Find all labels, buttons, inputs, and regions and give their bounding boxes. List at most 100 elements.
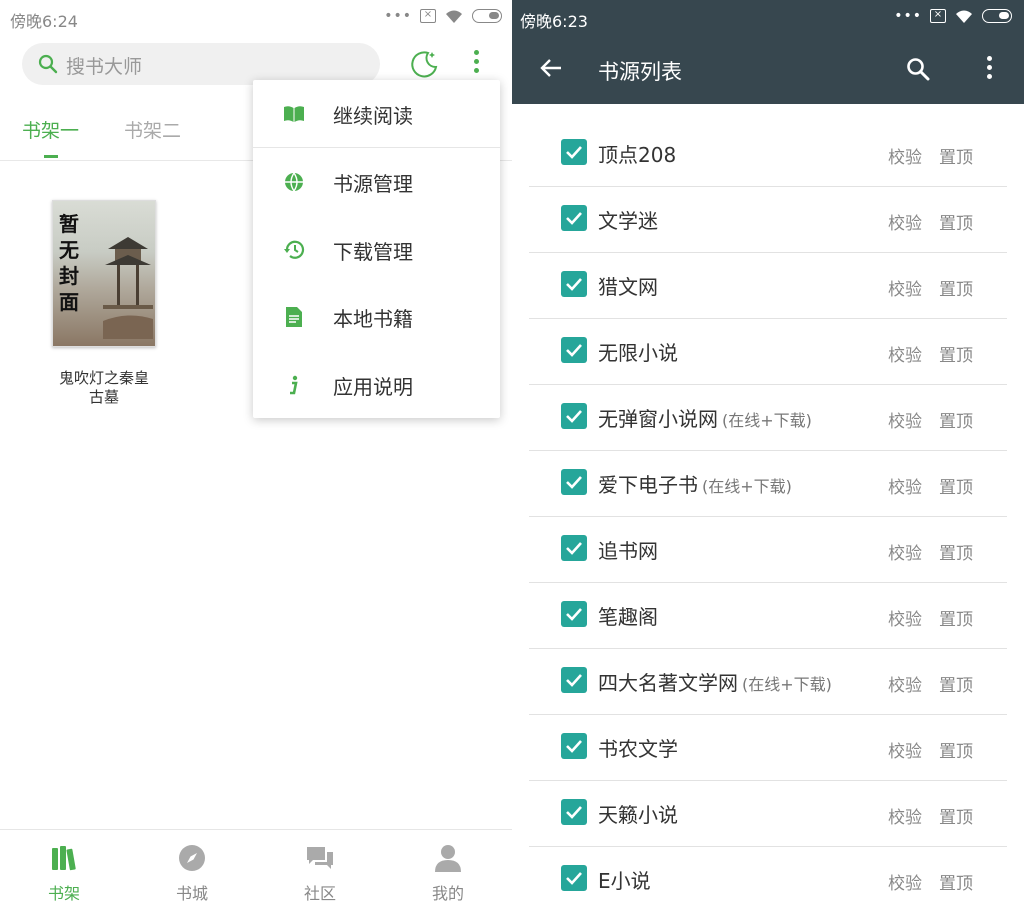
source-name-text: 天籁小说 [598, 803, 678, 827]
menu-item-continue-reading[interactable]: 继续阅读 [253, 82, 500, 146]
pin-top-button[interactable]: 置顶 [939, 869, 973, 894]
status-time: 傍晚6:24 [10, 12, 78, 31]
nav-profile[interactable]: 我的 [384, 830, 512, 910]
source-row[interactable]: 顶点208 校验 置顶 [529, 121, 1007, 187]
source-tag: (在线+下载) [722, 411, 812, 430]
no-sim-icon: × [930, 9, 946, 23]
status-icons: ••• × [894, 8, 1012, 24]
nav-bookshelf[interactable]: 书架 [0, 830, 128, 910]
source-row[interactable]: 文学迷 校验 置顶 [529, 187, 1007, 253]
pin-top-button[interactable]: 置顶 [939, 473, 973, 498]
bookshelf-screen: 傍晚6:24 ••• × 搜书大师 书架一 书架二 暂无封面 鬼吹灯之秦皇古墓 … [0, 0, 512, 910]
verify-button[interactable]: 校验 [888, 737, 922, 762]
book-cover[interactable]: 暂无封面 [52, 200, 156, 347]
pin-top-button[interactable]: 置顶 [939, 143, 973, 168]
verify-button[interactable]: 校验 [888, 209, 922, 234]
source-checkbox[interactable] [561, 601, 587, 627]
status-bar: 傍晚6:24 ••• × [0, 0, 512, 36]
source-name-text: 四大名著文学网 [598, 671, 738, 695]
verify-button[interactable]: 校验 [888, 143, 922, 168]
pin-top-button[interactable]: 置顶 [939, 539, 973, 564]
source-name: 文学迷 [598, 205, 658, 234]
source-row[interactable]: 天籁小说 校验 置顶 [529, 781, 1007, 847]
source-name-text: 书农文学 [598, 737, 678, 761]
source-name: 笔趣阁 [598, 601, 658, 630]
pin-top-button[interactable]: 置顶 [939, 341, 973, 366]
menu-item-download-management[interactable]: 下载管理 [253, 218, 500, 282]
source-checkbox[interactable] [561, 139, 587, 165]
verify-button[interactable]: 校验 [888, 407, 922, 432]
pin-top-button[interactable]: 置顶 [939, 605, 973, 630]
source-name-text: 爱下电子书 [598, 473, 698, 497]
source-checkbox[interactable] [561, 205, 587, 231]
status-icons: ••• × [384, 8, 502, 24]
search-icon[interactable] [906, 57, 930, 81]
source-checkbox[interactable] [561, 865, 587, 891]
source-row[interactable]: 无限小说 校验 置顶 [529, 319, 1007, 385]
source-row[interactable]: 无弹窗小说网 (在线+下载) 校验 置顶 [529, 385, 1007, 451]
cover-placeholder-text: 暂无封面 [59, 212, 79, 314]
source-name: 顶点208 [598, 139, 676, 168]
book-item[interactable]: 暂无封面 鬼吹灯之秦皇古墓 [52, 200, 156, 407]
more-options-icon[interactable] [468, 50, 484, 80]
compass-icon [179, 845, 205, 871]
menu-item-label: 应用说明 [333, 374, 413, 399]
person-icon [435, 845, 461, 872]
verify-button[interactable]: 校验 [888, 539, 922, 564]
verify-button[interactable]: 校验 [888, 341, 922, 366]
menu-item-source-management[interactable]: 书源管理 [253, 150, 500, 214]
nav-bookstore[interactable]: 书城 [128, 830, 256, 910]
night-mode-icon[interactable] [408, 48, 440, 80]
pin-top-button[interactable]: 置顶 [939, 803, 973, 828]
source-checkbox[interactable] [561, 337, 587, 363]
pin-top-button[interactable]: 置顶 [939, 209, 973, 234]
tab-shelf-2[interactable]: 书架二 [124, 116, 181, 143]
menu-item-app-info[interactable]: 应用说明 [253, 353, 500, 417]
source-name: 无弹窗小说网 (在线+下载) [598, 403, 812, 432]
book-title: 鬼吹灯之秦皇古墓 [58, 369, 149, 406]
info-icon [283, 374, 305, 396]
source-row[interactable]: 笔趣阁 校验 置顶 [529, 583, 1007, 649]
source-checkbox[interactable] [561, 667, 587, 693]
source-checkbox[interactable] [561, 469, 587, 495]
verify-button[interactable]: 校验 [888, 803, 922, 828]
pin-top-button[interactable]: 置顶 [939, 275, 973, 300]
pin-top-button[interactable]: 置顶 [939, 737, 973, 762]
notification-dots-icon: ••• [894, 8, 922, 24]
source-name: 爱下电子书 (在线+下载) [598, 469, 792, 498]
source-row[interactable]: 追书网 校验 置顶 [529, 517, 1007, 583]
source-name: E小说 [598, 865, 651, 894]
verify-button[interactable]: 校验 [888, 275, 922, 300]
battery-icon [982, 9, 1012, 23]
verify-button[interactable]: 校验 [888, 473, 922, 498]
source-checkbox[interactable] [561, 271, 587, 297]
wifi-icon [446, 10, 462, 23]
tab-shelf-1[interactable]: 书架一 [22, 116, 79, 143]
verify-button[interactable]: 校验 [888, 671, 922, 696]
pin-top-button[interactable]: 置顶 [939, 407, 973, 432]
source-row[interactable]: 书农文学 校验 置顶 [529, 715, 1007, 781]
source-row[interactable]: E小说 校验 置顶 [529, 847, 1007, 910]
source-row[interactable]: 猎文网 校验 置顶 [529, 253, 1007, 319]
source-checkbox[interactable] [561, 799, 587, 825]
menu-item-local-books[interactable]: 本地书籍 [253, 285, 500, 349]
search-bar[interactable]: 搜书大师 [22, 43, 380, 85]
back-arrow-icon[interactable] [540, 58, 562, 78]
source-name-text: 无弹窗小说网 [598, 407, 718, 431]
no-sim-icon: × [420, 9, 436, 23]
source-name-text: 文学迷 [598, 209, 658, 233]
verify-button[interactable]: 校验 [888, 605, 922, 630]
app-bar: 傍晚6:23 ••• × 书源列表 [512, 0, 1024, 104]
source-checkbox[interactable] [561, 535, 587, 561]
source-checkbox[interactable] [561, 733, 587, 759]
menu-item-label: 本地书籍 [333, 306, 413, 331]
source-row[interactable]: 爱下电子书 (在线+下载) 校验 置顶 [529, 451, 1007, 517]
pin-top-button[interactable]: 置顶 [939, 671, 973, 696]
more-options-icon[interactable] [982, 56, 996, 84]
wifi-icon [956, 10, 972, 23]
checkmark-icon [566, 806, 582, 819]
verify-button[interactable]: 校验 [888, 869, 922, 894]
nav-community[interactable]: 社区 [256, 830, 384, 910]
source-row[interactable]: 四大名著文学网 (在线+下载) 校验 置顶 [529, 649, 1007, 715]
source-checkbox[interactable] [561, 403, 587, 429]
